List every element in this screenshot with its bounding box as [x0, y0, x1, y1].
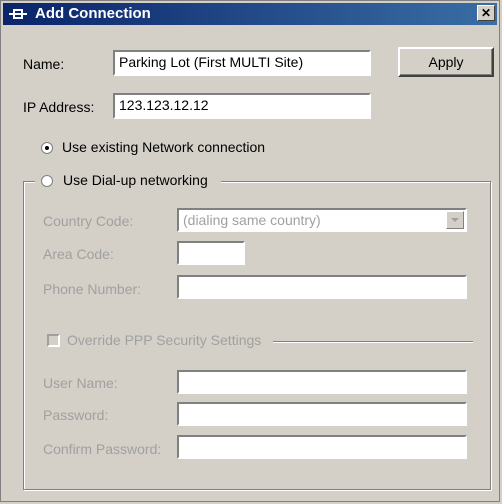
area-code-field[interactable]	[177, 241, 245, 265]
name-field[interactable]: Parking Lot (First MULTI Site)	[113, 50, 371, 76]
country-code-value: (dialing same country)	[183, 212, 321, 228]
ip-address-label: IP Address:	[23, 99, 95, 115]
password-field[interactable]	[177, 402, 467, 426]
chevron-down-icon[interactable]	[446, 211, 464, 229]
phone-number-field[interactable]	[177, 275, 467, 299]
name-label: Name:	[23, 56, 65, 72]
section-divider	[273, 341, 473, 343]
country-code-label: Country Code:	[43, 213, 134, 229]
dialup-legend: Use Dial-up networking	[35, 171, 221, 191]
title-bar[interactable]: Add Connection ✕	[3, 3, 497, 25]
window-title: Add Connection	[35, 5, 151, 22]
dialup-label[interactable]: Use Dial-up networking	[63, 172, 208, 188]
override-ppp-checkbox[interactable]	[47, 334, 60, 347]
close-icon: ✕	[480, 6, 492, 20]
dialup-radio[interactable]	[41, 175, 53, 187]
existing-network-radio[interactable]	[41, 142, 53, 154]
close-button[interactable]: ✕	[477, 5, 495, 21]
user-name-field[interactable]	[177, 370, 467, 394]
phone-number-label: Phone Number:	[43, 281, 142, 297]
override-ppp-label[interactable]: Override PPP Security Settings	[67, 332, 261, 348]
existing-network-label[interactable]: Use existing Network connection	[62, 139, 265, 155]
confirm-password-field[interactable]	[177, 435, 467, 459]
add-connection-dialog: Add Connection ✕ Name: Parking Lot (Firs…	[0, 0, 500, 502]
password-label: Password:	[43, 407, 109, 423]
apply-button[interactable]: Apply	[398, 47, 494, 77]
confirm-password-label: Confirm Password:	[43, 441, 162, 457]
ip-address-field[interactable]: 123.123.12.12	[113, 93, 371, 119]
radio-selected-dot	[45, 146, 49, 150]
network-connection-icon	[9, 9, 27, 19]
area-code-label: Area Code:	[43, 246, 114, 262]
user-name-label: User Name:	[43, 375, 118, 391]
apply-button-label: Apply	[428, 54, 464, 70]
country-code-select[interactable]: (dialing same country)	[177, 208, 467, 232]
